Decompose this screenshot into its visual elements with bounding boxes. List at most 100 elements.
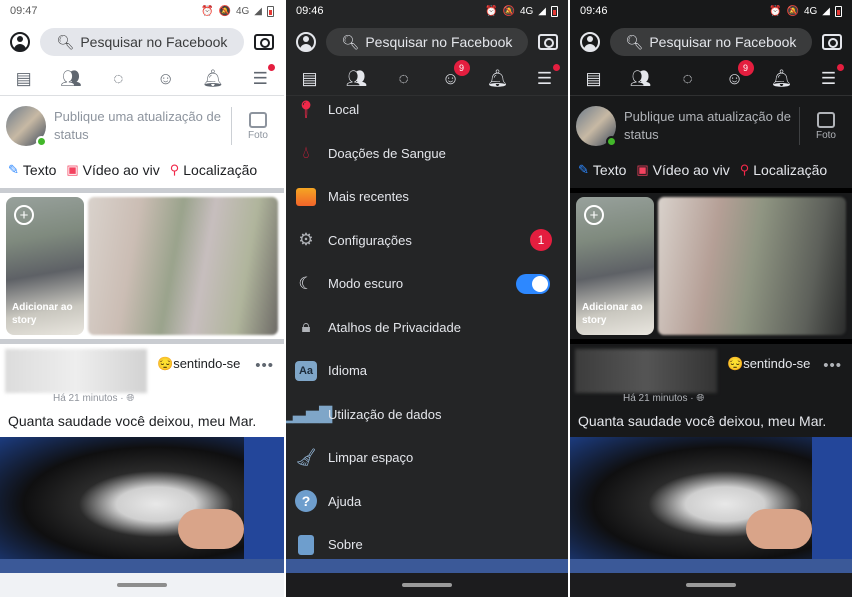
gear-icon: ⚙︎	[298, 230, 314, 250]
composer-prompt[interactable]: Publique uma atualização de status	[616, 108, 793, 144]
search-input[interactable]: 🔍︎ Pesquisar no Facebook	[610, 28, 812, 56]
menu-notification-dot	[552, 63, 560, 71]
location-pin-icon: ⚲	[739, 162, 750, 177]
story-card[interactable]	[658, 197, 846, 335]
menu-item-data-usage[interactable]: ▁▃▅▇ Utilização de dados	[286, 393, 568, 437]
online-indicator	[36, 136, 47, 147]
notifications-bell-icon[interactable]: 🔔︎	[200, 66, 226, 92]
status-bar: 09:47 ⏰ 🔕 4G ◢	[0, 0, 284, 22]
photo-button[interactable]: Foto	[238, 111, 278, 141]
video-camera-icon: ▣	[66, 162, 79, 177]
system-nav-bar	[0, 573, 284, 597]
news-feed-icon[interactable]: ▤	[11, 66, 37, 92]
story-card[interactable]	[88, 197, 278, 335]
plus-icon: +	[14, 205, 34, 225]
menu-item-dark-mode[interactable]: ☾ Modo escuro	[286, 262, 568, 306]
notifications-bell-icon[interactable]: 🔔︎	[769, 66, 795, 92]
photo-icon	[817, 111, 835, 128]
post-options-icon[interactable]: •••	[255, 357, 274, 374]
alarm-icon: ⏰	[769, 5, 782, 17]
post-image[interactable]	[570, 437, 852, 559]
menu-item-label: Sobre	[328, 537, 363, 553]
search-input[interactable]: 🔍︎ Pesquisar no Facebook	[326, 28, 528, 56]
composer-prompt[interactable]: Publique uma atualização de status	[46, 108, 225, 144]
edit-icon: ✎	[578, 162, 589, 177]
globe-icon: 🌐︎	[126, 393, 135, 404]
menu-item-privacy-shortcuts[interactable]: 🔒︎ Atalhos de Privacidade	[286, 306, 568, 350]
about-icon	[294, 533, 318, 557]
groups-icon[interactable]: ☺︎	[153, 66, 179, 92]
signal-icon: ◢	[538, 5, 546, 17]
menu-item-local[interactable]: 📍︎ Local	[286, 88, 568, 132]
groups-icon[interactable]: ☺︎ 9	[722, 59, 754, 92]
camera-icon[interactable]	[538, 34, 558, 50]
search-input[interactable]: 🔍︎ Pesquisar no Facebook	[40, 28, 244, 56]
signal-icon: ◢	[822, 5, 830, 17]
friends-icon[interactable]: 👥︎	[628, 66, 654, 92]
status-composer[interactable]: Publique uma atualização de status Foto	[570, 100, 852, 152]
menu-item-label: Configurações	[328, 232, 412, 248]
menu-item-label: Idioma	[328, 363, 368, 379]
messenger-icon[interactable]: ◌	[675, 66, 701, 92]
mute-icon: 🔕	[218, 5, 231, 17]
dark-mode-toggle[interactable]	[516, 273, 550, 294]
menu-hamburger-icon[interactable]: ☰	[816, 63, 844, 92]
menu-item-clear-space[interactable]: 🧹︎ Limpar espaço	[286, 436, 568, 480]
profile-icon[interactable]	[10, 32, 30, 52]
feeling-label: sentindo-se	[173, 356, 241, 371]
top-nav: ▤ 👥︎ ◌ ☺︎ 🔔︎ ☰	[0, 62, 284, 96]
home-gesture-pill[interactable]	[686, 583, 736, 587]
status-composer[interactable]: Publique uma atualização de status Foto	[0, 100, 284, 152]
feed-post: 😔sentindo-se Há 21 minutos · 🌐︎ ••• Quan…	[570, 345, 852, 435]
image-region	[244, 437, 284, 559]
help-icon: ?	[294, 489, 318, 513]
live-video-label: Vídeo ao viv	[82, 162, 160, 178]
home-gesture-pill[interactable]	[402, 583, 452, 587]
check-in-button[interactable]: ⚲ Localização	[170, 162, 257, 178]
messenger-icon[interactable]: ◌	[105, 66, 131, 92]
text-post-label: Texto	[592, 162, 627, 178]
post-image[interactable]	[0, 437, 284, 559]
post-text: Quanta saudade você deixou, meu Mar.	[8, 413, 257, 429]
search-row: 🔍︎ Pesquisar no Facebook	[0, 26, 284, 58]
profile-icon[interactable]	[296, 32, 316, 52]
text-post-button[interactable]: ✎ Texto	[8, 162, 56, 178]
profile-icon[interactable]	[580, 32, 600, 52]
home-gesture-pill[interactable]	[117, 583, 167, 587]
search-row: 🔍︎ Pesquisar no Facebook	[286, 26, 568, 58]
globe-icon: 🌐︎	[696, 393, 705, 404]
add-story-card[interactable]: + Adicionar ao story	[6, 197, 84, 335]
search-icon: 🔍︎	[341, 33, 360, 50]
menu-item-most-recent[interactable]: Mais recentes	[286, 175, 568, 219]
groups-badge: 9	[453, 59, 470, 76]
menu-item-blood-donations[interactable]: 💧︎ Doações de Sangue	[286, 132, 568, 176]
camera-icon[interactable]	[822, 34, 842, 50]
search-row: 🔍︎ Pesquisar no Facebook	[570, 26, 852, 58]
menu-item-settings[interactable]: ⚙︎ Configurações 1	[286, 219, 568, 263]
add-story-card[interactable]: + Adicionar ao story	[576, 197, 654, 335]
blood-drop-icon: 💧︎	[302, 143, 310, 163]
post-options-icon[interactable]: •••	[823, 357, 842, 374]
alarm-icon: ⏰	[201, 5, 214, 17]
menu-item-label: Local	[328, 102, 360, 118]
news-feed-icon[interactable]: ▤	[581, 66, 607, 92]
image-region	[746, 509, 812, 549]
live-video-button[interactable]: ▣ Vídeo ao viv	[636, 162, 729, 178]
menu-item-label: Ajuda	[328, 493, 362, 509]
menu-item-language[interactable]: Aa Idioma	[286, 349, 568, 393]
live-video-button[interactable]: ▣ Vídeo ao viv	[66, 162, 159, 178]
edit-icon: ✎	[8, 162, 19, 177]
composer-actions: ✎ Texto ▣ Vídeo ao viv ⚲ Localização	[570, 156, 852, 184]
location-pin-icon: 📍︎	[295, 99, 317, 119]
menu-hamburger-icon[interactable]: ☰	[247, 63, 276, 92]
text-post-label: Texto	[22, 162, 57, 178]
friends-icon[interactable]: 👥︎	[58, 66, 84, 92]
network-type: 4G	[803, 5, 818, 17]
photo-button[interactable]: Foto	[806, 111, 846, 141]
check-in-button[interactable]: ⚲ Localização	[740, 162, 827, 178]
text-post-button[interactable]: ✎ Texto	[578, 162, 626, 178]
menu-item-help[interactable]: ? Ajuda	[286, 480, 568, 524]
recent-feed-icon	[294, 185, 318, 209]
camera-icon[interactable]	[254, 34, 274, 50]
check-in-label: Localização	[753, 162, 828, 178]
